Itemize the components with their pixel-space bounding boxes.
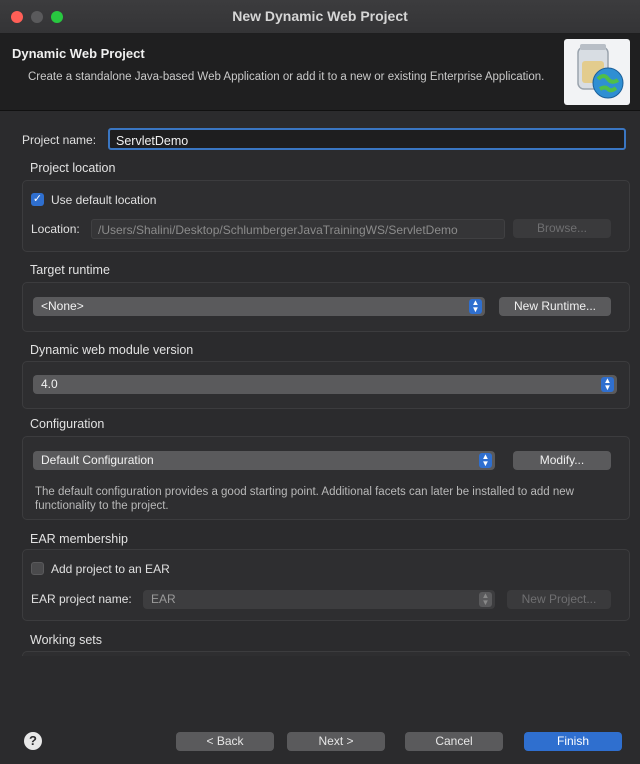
working-sets-group xyxy=(22,651,630,656)
configuration-label: Configuration xyxy=(30,417,105,431)
project-location-group: ✓ Use default location Location: /Users/… xyxy=(22,180,630,252)
help-icon[interactable]: ? xyxy=(24,732,42,750)
title-bar: New Dynamic Web Project xyxy=(0,0,640,34)
cancel-button[interactable]: Cancel xyxy=(405,732,503,751)
module-version-value: 4.0 xyxy=(41,377,58,391)
project-name-label: Project name: xyxy=(22,133,97,147)
configuration-group: Default Configuration ▲ ▼ Modify... The d… xyxy=(22,436,630,520)
next-button[interactable]: Next > xyxy=(287,732,385,751)
wizard-title: Dynamic Web Project xyxy=(12,46,145,61)
location-label: Location: xyxy=(31,222,80,236)
use-default-location-label: Use default location xyxy=(51,193,157,207)
finish-button[interactable]: Finish xyxy=(524,732,622,751)
use-default-location-checkbox[interactable]: ✓ xyxy=(31,193,44,206)
ear-project-name-label: EAR project name: xyxy=(31,592,132,606)
wizard-description: Create a standalone Java-based Web Appli… xyxy=(28,71,545,83)
web-project-logo-icon xyxy=(564,39,630,105)
module-version-label: Dynamic web module version xyxy=(30,343,194,357)
configuration-value: Default Configuration xyxy=(41,453,154,467)
wizard-header: Dynamic Web Project Create a standalone … xyxy=(0,34,640,111)
ear-membership-group: Add project to an EAR EAR project name: … xyxy=(22,549,630,621)
configuration-select[interactable]: Default Configuration ▲ ▼ xyxy=(33,451,495,470)
project-name-input[interactable]: ServletDemo xyxy=(108,128,626,150)
select-arrows-icon: ▲ ▼ xyxy=(479,453,492,468)
new-runtime-button[interactable]: New Runtime... xyxy=(499,297,611,316)
module-version-select[interactable]: 4.0 ▲ ▼ xyxy=(33,375,617,394)
location-input[interactable]: /Users/Shalini/Desktop/SchlumbergerJavaT… xyxy=(91,219,505,239)
window-title: New Dynamic Web Project xyxy=(232,8,408,24)
add-to-ear-checkbox[interactable] xyxy=(31,562,44,575)
new-project-button[interactable]: New Project... xyxy=(507,590,611,609)
ear-project-name-value: EAR xyxy=(151,592,176,606)
configuration-description: The default configuration provides a goo… xyxy=(35,486,574,512)
working-sets-label: Working sets xyxy=(30,633,103,647)
add-to-ear-label: Add project to an EAR xyxy=(51,562,170,576)
select-arrows-icon: ▲ ▼ xyxy=(479,592,492,607)
project-location-label: Project location xyxy=(30,161,116,175)
target-runtime-select[interactable]: <None> ▲ ▼ xyxy=(33,297,485,316)
ear-project-name-select[interactable]: EAR ▲ ▼ xyxy=(143,590,495,609)
back-button[interactable]: < Back xyxy=(176,732,274,751)
target-runtime-label: Target runtime xyxy=(30,263,110,277)
select-arrows-icon: ▲ ▼ xyxy=(601,377,614,392)
select-arrows-icon: ▲ ▼ xyxy=(469,299,482,314)
browse-button[interactable]: Browse... xyxy=(513,219,611,238)
target-runtime-group: <None> ▲ ▼ New Runtime... xyxy=(22,282,630,332)
target-runtime-value: <None> xyxy=(41,299,84,313)
ear-membership-label: EAR membership xyxy=(30,532,128,546)
modify-button[interactable]: Modify... xyxy=(513,451,611,470)
module-version-group: 4.0 ▲ ▼ xyxy=(22,361,630,409)
